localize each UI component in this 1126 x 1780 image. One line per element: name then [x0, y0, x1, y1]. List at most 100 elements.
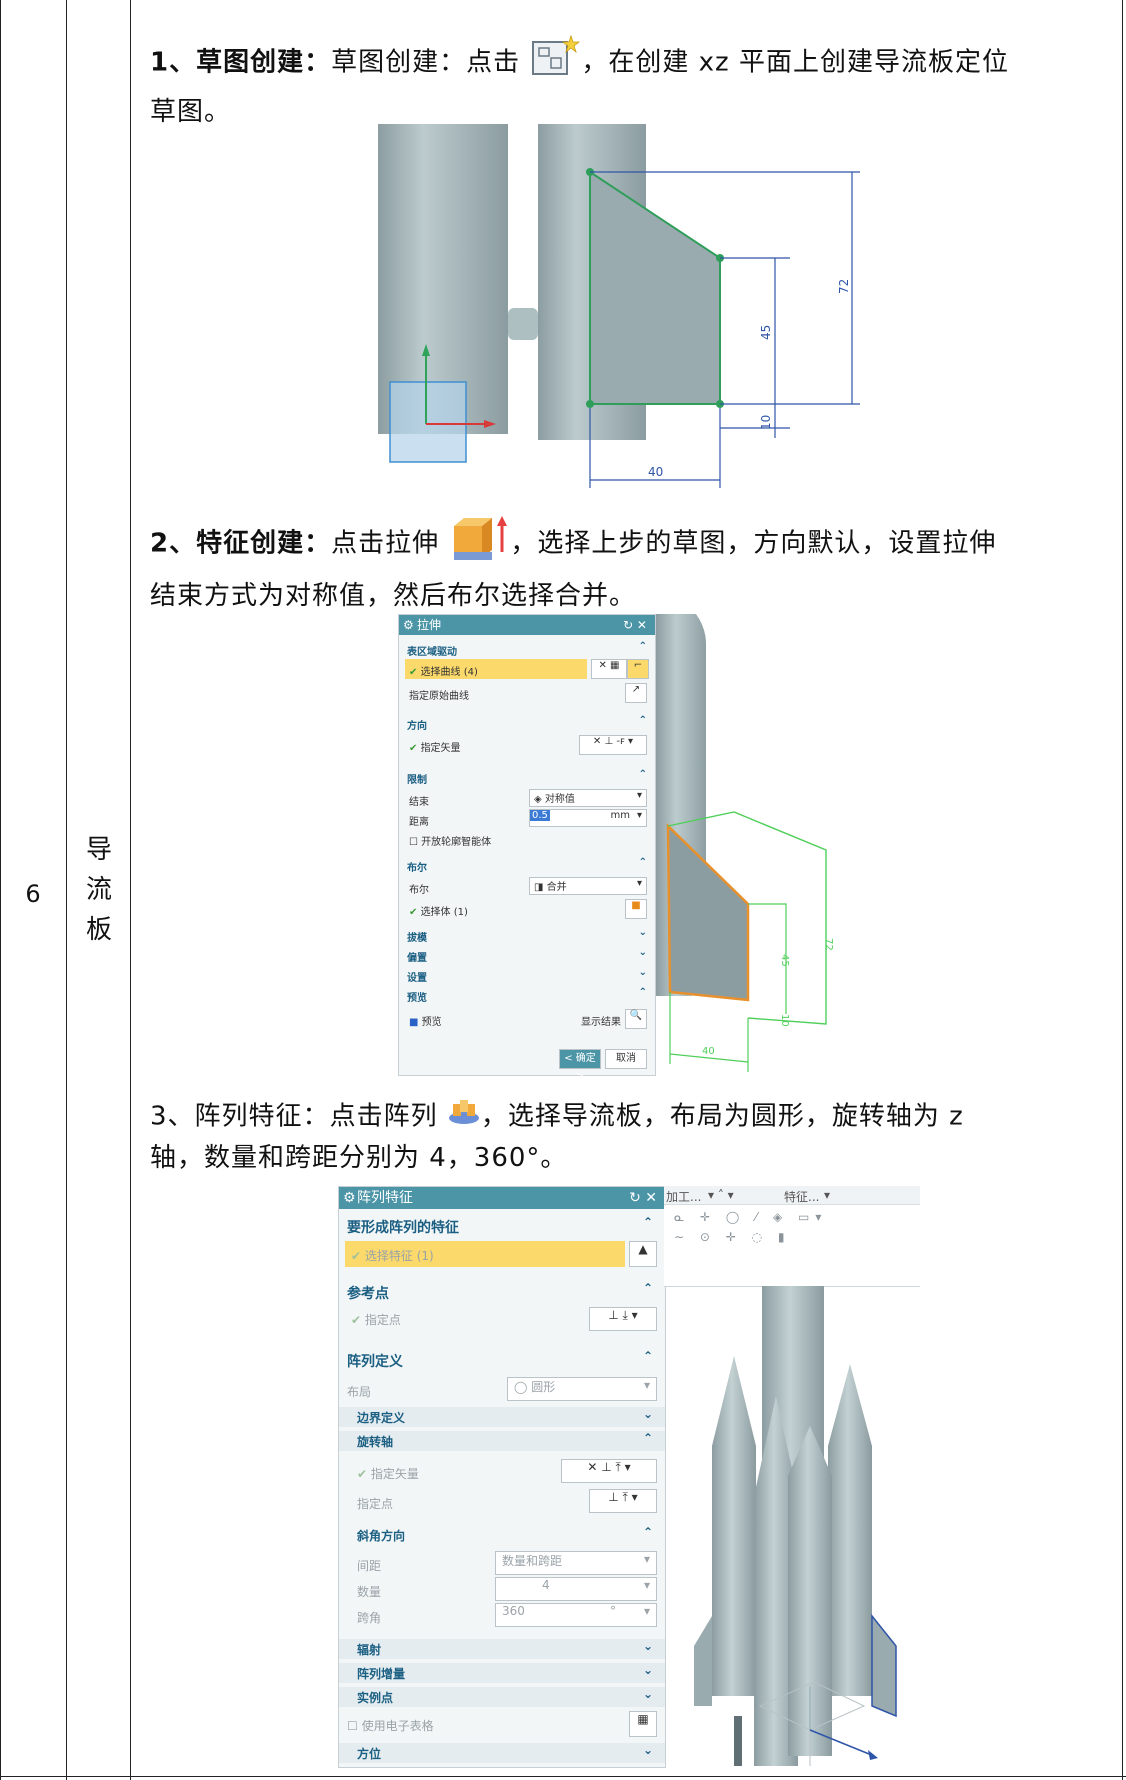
spreadsheet-checkbox[interactable]: ☐ 使用电子表格: [347, 1717, 434, 1734]
point2-button[interactable]: ⊥ ⤒ ▾: [589, 1489, 657, 1513]
chevron-down-icon[interactable]: ⌄: [639, 967, 647, 978]
row-name-char-2: 板: [85, 915, 112, 945]
dialog-close-icon[interactable]: ↻ ✕: [623, 615, 647, 635]
pattern-dialog[interactable]: ⚙ 阵列特征 ↻ ✕ 要形成阵列的特征 ⌃ ✔ 选择特征 (1) ▲ 参考点 ⌃…: [338, 1186, 666, 1768]
step3-num: 3、: [150, 1101, 195, 1132]
vector-button[interactable]: ✕ ⊥ ⤒ ▾: [561, 1459, 657, 1483]
distance-input[interactable]: 0.5 mm ▾: [529, 809, 647, 827]
chevron-up-icon[interactable]: ⌃: [643, 1431, 653, 1445]
chevron-up-icon[interactable]: ⌃: [639, 857, 647, 868]
sketch-section-button[interactable]: ⌐: [627, 659, 649, 679]
chevron-down-icon[interactable]: ⌄: [643, 1687, 653, 1701]
menu-feature[interactable]: 特征...: [784, 1188, 819, 1205]
spacing-select[interactable]: 数量和跨距 ▾: [495, 1551, 657, 1575]
chevron-up-icon[interactable]: ⌃: [643, 1215, 653, 1229]
show-result-button[interactable]: 🔍: [625, 1009, 647, 1029]
sec-boolean[interactable]: 布尔: [407, 859, 427, 874]
sec-boundary[interactable]: 边界定义: [357, 1409, 405, 1426]
select-body-button[interactable]: ■: [625, 899, 647, 919]
show-result-label: 显示结果: [581, 1017, 621, 1028]
chevron-down-icon[interactable]: ⌄: [639, 947, 647, 958]
chevron-down-icon[interactable]: ⌄: [643, 1639, 653, 1653]
nx-toolbar[interactable]: 加工... ▾ ˄ ▾ 特征... ▾ ᓇ ✛ ◯ ⁄ ◈ ▭▾ ∼ ⊙ ✛ ◌…: [664, 1186, 920, 1287]
sec-angle-dir[interactable]: 斜角方向: [357, 1527, 405, 1544]
sec-direction[interactable]: 方向: [407, 717, 427, 732]
sketch-plate: [590, 172, 720, 404]
step3-heading: 阵列特征：: [194, 1101, 330, 1132]
step2-text-a: 点击拉伸: [331, 528, 440, 559]
chevron-up-icon[interactable]: ⌃: [639, 769, 647, 780]
point-button[interactable]: ⊥ ⤓ ▾: [589, 1307, 657, 1331]
spreadsheet-button[interactable]: ▦: [629, 1711, 657, 1737]
sec-offset[interactable]: 偏置: [407, 949, 427, 964]
end-select[interactable]: ◈ 对称值 ▾: [529, 789, 647, 807]
layout-select[interactable]: ◯ 圆形 ▾: [507, 1377, 657, 1401]
select-curve-label: ✔ 选择曲线 (4): [409, 667, 478, 678]
preview-checkbox[interactable]: ■ 预览: [409, 1013, 442, 1028]
chevron-up-icon[interactable]: ⌃: [639, 641, 647, 652]
menu-dropdown-icon[interactable]: ▾ ˄ ▾: [708, 1188, 734, 1202]
step1-heading: 草图创建：: [196, 47, 332, 78]
pattern-dialog-title: ⚙ 阵列特征 ↻ ✕: [339, 1187, 665, 1209]
sec-instance[interactable]: 实例点: [357, 1689, 393, 1706]
select-body-label: ✔ 选择体 (1): [409, 907, 468, 918]
dim-40: 40: [648, 465, 663, 479]
extrude-dialog[interactable]: ⚙ 拉伸 ↻ ✕ 表区域驱动 ⌃ ✔ 选择曲线 (4) ✕ ▦ ⌐ 指定原始曲线…: [398, 614, 656, 1082]
chevron-up-icon[interactable]: ⌃: [643, 1525, 653, 1539]
chevron-down-icon[interactable]: ⌄: [643, 1743, 653, 1757]
span-input[interactable]: 360 ° ▾: [495, 1603, 657, 1627]
toolbar-row1-icons[interactable]: ᓇ ✛ ◯ ⁄ ◈ ▭▾: [674, 1210, 827, 1224]
span-label: 跨角: [357, 1611, 382, 1625]
sec-preview[interactable]: 预览: [407, 989, 427, 1004]
chevron-down-icon[interactable]: ⌄: [643, 1663, 653, 1677]
chevron-up-icon[interactable]: ⌃: [639, 715, 647, 726]
chevron-down-icon[interactable]: ⌄: [639, 927, 647, 938]
dialog-close-icon[interactable]: ↻ ✕: [629, 1187, 657, 1209]
chevron-up-icon[interactable]: ⌃: [643, 1281, 653, 1295]
sec-increment[interactable]: 阵列增量: [357, 1665, 405, 1682]
specify-point2-label: 指定点: [357, 1497, 394, 1511]
chevron-up-icon[interactable]: ⌃: [639, 987, 647, 998]
fin-front: [734, 1716, 742, 1766]
toolbar-row2-icons[interactable]: ∼ ⊙ ✛ ◌ ▮: [674, 1230, 791, 1244]
row-name-char-0: 导: [85, 835, 112, 865]
curve-rule-button[interactable]: ✕ ▦: [591, 659, 627, 679]
sec-limits[interactable]: 限制: [407, 771, 427, 786]
sec-draft[interactable]: 拔模: [407, 929, 427, 944]
table-border-right: [1122, 0, 1123, 1780]
open-profile-checkbox[interactable]: ☐ 开放轮廓智能体: [409, 833, 491, 848]
row-number: 6: [25, 880, 41, 908]
sec-define[interactable]: 阵列定义: [347, 1351, 403, 1371]
step2-num: 2、: [150, 528, 197, 559]
cancel-button[interactable]: 取消: [605, 1049, 647, 1069]
step1-text-b: ，在创建 xz 平面上创建导流板定位: [581, 47, 1009, 78]
end-label: 结束: [409, 797, 429, 808]
sketch-icon: [529, 34, 581, 92]
step1-num: 1、: [150, 47, 197, 78]
sec-features[interactable]: 要形成阵列的特征: [347, 1217, 459, 1237]
boolean-select[interactable]: ◨ 合并 ▾: [529, 877, 647, 895]
count-input[interactable]: 4 ▾: [495, 1577, 657, 1601]
vector-button[interactable]: ✕ ⊥ -ꜰ ▾: [579, 735, 647, 755]
chevron-up-icon[interactable]: ⌃: [643, 1349, 653, 1363]
specify-vector-label: ✔ 指定矢量: [357, 1467, 419, 1481]
step3-text-a: 点击阵列: [329, 1101, 438, 1132]
chevron-down-icon[interactable]: ⌄: [643, 1407, 653, 1421]
sec-settings[interactable]: 设置: [407, 969, 427, 984]
dim-45: 45: [759, 325, 773, 340]
spacing-label: 间距: [357, 1559, 382, 1573]
select-feature-button[interactable]: ▲: [629, 1241, 657, 1267]
ok-button[interactable]: < 确定 >: [559, 1049, 601, 1082]
sec-rotation-axis[interactable]: 旋转轴: [357, 1433, 393, 1450]
sec-radiate[interactable]: 辐射: [357, 1641, 381, 1658]
origin-curve-button[interactable]: ↗: [625, 683, 647, 703]
figure-extrude-model: 72 45 10 40: [656, 614, 834, 1072]
menu-machining[interactable]: 加工...: [666, 1188, 701, 1205]
deflector-plate: [666, 823, 750, 1002]
sec-refpoint[interactable]: 参考点: [347, 1283, 389, 1303]
fin-right: [871, 1613, 897, 1718]
sec-orientation[interactable]: 方位: [357, 1745, 381, 1762]
chevron-down-icon[interactable]: ▾: [824, 1188, 830, 1202]
sec-section-drive[interactable]: 表区域驱动: [407, 643, 457, 658]
dialog-gear-icon: ⚙: [403, 618, 414, 632]
